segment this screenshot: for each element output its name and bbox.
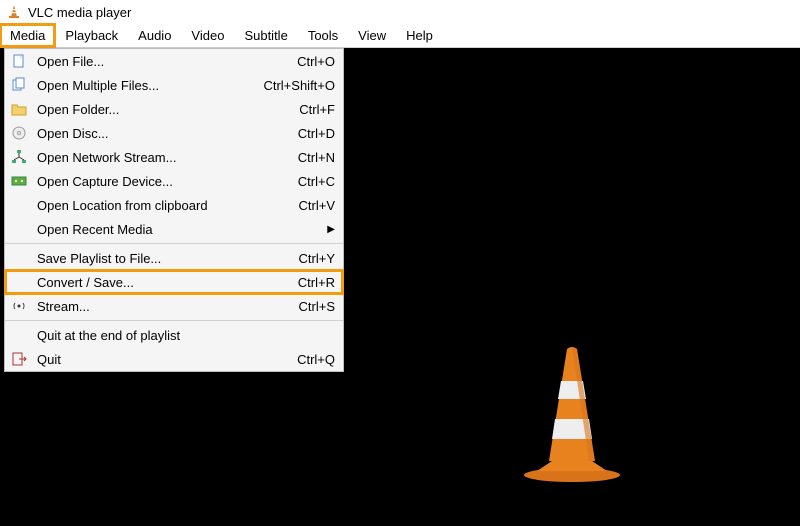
- blank-icon: [9, 272, 29, 292]
- capture-icon: [9, 171, 29, 191]
- titlebar: VLC media player: [0, 0, 800, 24]
- menu-label: Quit at the end of playlist: [37, 328, 335, 343]
- menu-item-open-clipboard[interactable]: Open Location from clipboard Ctrl+V: [5, 193, 343, 217]
- menu-shortcut: Ctrl+C: [298, 174, 335, 189]
- menu-label: Convert / Save...: [37, 275, 278, 290]
- menu-audio[interactable]: Audio: [128, 24, 181, 47]
- blank-icon: [9, 325, 29, 345]
- menu-shortcut: Ctrl+Y: [299, 251, 335, 266]
- files-icon: [9, 75, 29, 95]
- menu-media[interactable]: Media: [0, 24, 55, 47]
- menu-label: Open Recent Media: [37, 222, 317, 237]
- menu-help[interactable]: Help: [396, 24, 443, 47]
- menu-item-open-multiple[interactable]: Open Multiple Files... Ctrl+Shift+O: [5, 73, 343, 97]
- menu-shortcut: Ctrl+O: [297, 54, 335, 69]
- menu-label: Quit: [37, 352, 277, 367]
- menu-label: Open Folder...: [37, 102, 279, 117]
- menu-label: Open Capture Device...: [37, 174, 278, 189]
- menu-tools[interactable]: Tools: [298, 24, 348, 47]
- menu-item-open-file[interactable]: Open File... Ctrl+O: [5, 49, 343, 73]
- menu-shortcut: Ctrl+Shift+O: [263, 78, 335, 93]
- menu-subtitle[interactable]: Subtitle: [234, 24, 297, 47]
- menu-label: Open Multiple Files...: [37, 78, 243, 93]
- file-icon: [9, 51, 29, 71]
- menu-item-quit[interactable]: Quit Ctrl+Q: [5, 347, 343, 371]
- quit-icon: [9, 349, 29, 369]
- video-area: [344, 48, 800, 526]
- menu-item-stream[interactable]: Stream... Ctrl+S: [5, 294, 343, 318]
- vlc-cone-icon: [6, 3, 22, 22]
- menu-shortcut: Ctrl+S: [299, 299, 335, 314]
- stream-icon: [9, 296, 29, 316]
- blank-icon: [9, 195, 29, 215]
- menu-item-open-capture[interactable]: Open Capture Device... Ctrl+C: [5, 169, 343, 193]
- menu-label: Open File...: [37, 54, 277, 69]
- menu-video[interactable]: Video: [181, 24, 234, 47]
- menu-shortcut: Ctrl+N: [298, 150, 335, 165]
- media-dropdown: Open File... Ctrl+O Open Multiple Files.…: [4, 48, 344, 372]
- menu-item-open-recent[interactable]: Open Recent Media ▶: [5, 217, 343, 241]
- menu-label: Stream...: [37, 299, 279, 314]
- menu-label: Open Location from clipboard: [37, 198, 279, 213]
- disc-icon: [9, 123, 29, 143]
- menu-label: Open Disc...: [37, 126, 278, 141]
- menu-label: Open Network Stream...: [37, 150, 278, 165]
- window-title: VLC media player: [28, 5, 131, 20]
- menu-item-convert-save[interactable]: Convert / Save... Ctrl+R: [5, 270, 343, 294]
- menu-playback[interactable]: Playback: [55, 24, 128, 47]
- menu-shortcut: Ctrl+D: [298, 126, 335, 141]
- submenu-arrow-icon: ▶: [327, 224, 335, 235]
- blank-icon: [9, 219, 29, 239]
- blank-icon: [9, 248, 29, 268]
- menu-label: Save Playlist to File...: [37, 251, 279, 266]
- menu-separator: [5, 243, 343, 244]
- menu-shortcut: Ctrl+V: [299, 198, 335, 213]
- menu-separator: [5, 320, 343, 321]
- menu-item-open-disc[interactable]: Open Disc... Ctrl+D: [5, 121, 343, 145]
- network-icon: [9, 147, 29, 167]
- vlc-logo-icon: [517, 343, 627, 486]
- folder-icon: [9, 99, 29, 119]
- menu-shortcut: Ctrl+R: [298, 275, 335, 290]
- menu-item-open-network[interactable]: Open Network Stream... Ctrl+N: [5, 145, 343, 169]
- menubar: Media Playback Audio Video Subtitle Tool…: [0, 24, 800, 48]
- menu-item-open-folder[interactable]: Open Folder... Ctrl+F: [5, 97, 343, 121]
- menu-view[interactable]: View: [348, 24, 396, 47]
- menu-item-save-playlist[interactable]: Save Playlist to File... Ctrl+Y: [5, 246, 343, 270]
- menu-shortcut: Ctrl+Q: [297, 352, 335, 367]
- menu-shortcut: Ctrl+F: [299, 102, 335, 117]
- menu-item-quit-end[interactable]: Quit at the end of playlist: [5, 323, 343, 347]
